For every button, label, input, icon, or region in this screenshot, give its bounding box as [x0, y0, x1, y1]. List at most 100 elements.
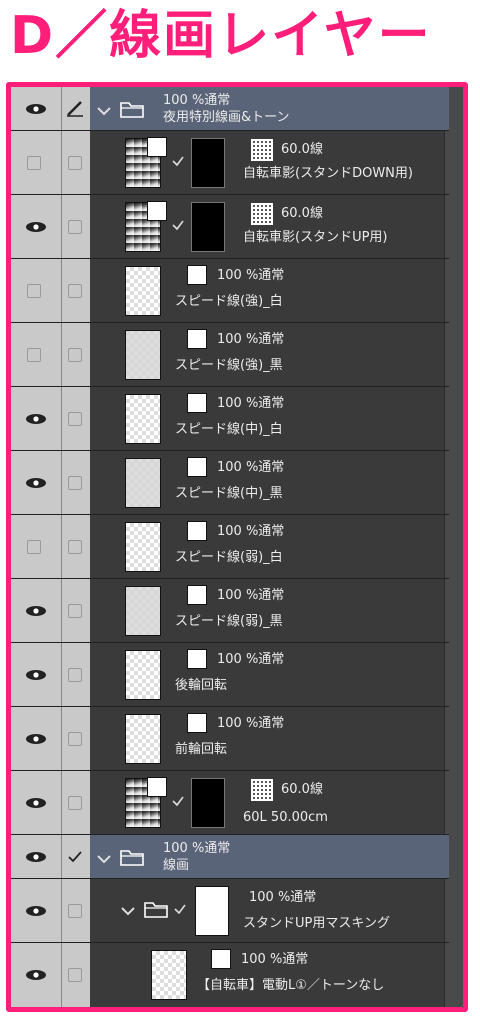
layer-mode: 100 %通常 — [217, 396, 285, 411]
layer-row[interactable]: 60.0線 自転車影(スタンドUP用) — [11, 195, 449, 259]
layer-mode: 100 %通常 — [217, 588, 285, 603]
eye-icon[interactable] — [25, 733, 47, 745]
eye-icon[interactable] — [25, 103, 47, 115]
visibility-checkbox[interactable] — [27, 348, 41, 362]
layer-thumbnail — [125, 714, 161, 764]
edit-checkbox[interactable] — [68, 476, 82, 490]
layer-mode: 100 %通常 — [217, 716, 285, 731]
layer-mode: 100 %通常 — [217, 460, 285, 475]
layer-thumbnail — [125, 650, 161, 700]
layer-row[interactable]: 100 %通常 スピード線(強)_黒 — [11, 323, 449, 387]
edit-checkbox[interactable] — [68, 732, 82, 746]
layer-name: スピード線(強)_黒 — [175, 358, 283, 373]
layer-mode: 100 %通常 — [217, 268, 285, 283]
layer-row[interactable]: 100 %通常 【自転車】電動L①／トーンなし — [11, 943, 449, 1007]
eye-icon[interactable] — [25, 477, 47, 489]
folder-icon — [119, 98, 145, 120]
layer-thumbnail — [125, 266, 161, 316]
page-title: D／線画レイヤー — [10, 6, 432, 66]
edit-checkbox[interactable] — [68, 604, 82, 618]
edit-checkbox[interactable] — [68, 904, 82, 918]
layer-row[interactable]: 100 %通常 スピード線(弱)_黒 — [11, 579, 449, 643]
layer-thumbnail — [151, 950, 187, 1000]
layer-type-icon — [187, 393, 207, 413]
chevron-down-icon[interactable] — [93, 100, 115, 122]
layer-mode: 100 %通常 — [163, 93, 231, 108]
pen-icon[interactable] — [65, 98, 85, 118]
eye-icon[interactable] — [25, 669, 47, 681]
layer-row-folder-lineart[interactable]: 100 %通常 線画 — [11, 835, 449, 879]
layer-row[interactable]: 100 %通常 スピード線(弱)_白 — [11, 515, 449, 579]
edit-checkbox[interactable] — [68, 348, 82, 362]
tone-icon — [251, 139, 273, 161]
folder-icon — [119, 846, 145, 868]
eye-icon[interactable] — [25, 851, 47, 863]
layer-mode: 60.0線 — [281, 142, 323, 157]
edit-checkbox[interactable] — [68, 540, 82, 554]
layer-name: 【自転車】電動L①／トーンなし — [197, 978, 385, 993]
tone-icon — [251, 203, 273, 225]
eye-icon[interactable] — [25, 905, 47, 917]
layer-name: スピード線(弱)_白 — [175, 550, 283, 565]
eye-icon[interactable] — [25, 221, 47, 233]
edit-checkbox[interactable] — [68, 284, 82, 298]
layer-row-folder-masking[interactable]: 100 %通常 スタンドUP用マスキング — [11, 879, 449, 943]
layer-name: 線画 — [163, 858, 190, 873]
layer-row[interactable]: 60.0線 自転車影(スタンドDOWN用) — [11, 131, 449, 195]
layer-type-icon — [187, 649, 207, 669]
layer-name: スピード線(強)_白 — [175, 294, 283, 309]
edit-checkbox[interactable] — [68, 412, 82, 426]
check-icon[interactable] — [67, 849, 83, 869]
chevron-down-icon[interactable] — [117, 900, 139, 922]
layer-row[interactable]: 100 %通常 スピード線(中)_白 — [11, 387, 449, 451]
layer-type-icon — [147, 777, 167, 797]
layer-type-icon — [187, 521, 207, 541]
layer-mask-thumbnail — [191, 138, 225, 188]
layer-name: 自転車影(スタンドDOWN用) — [243, 166, 413, 181]
layer-row[interactable]: 60.0線 60L 50.00cm — [11, 771, 449, 835]
layer-thumbnail — [125, 394, 161, 444]
layer-row-folder-night[interactable]: 100 %通常 夜用特別線画&トーン — [11, 87, 449, 131]
edit-checkbox[interactable] — [68, 220, 82, 234]
layer-type-icon — [187, 713, 207, 733]
visibility-checkbox[interactable] — [27, 540, 41, 554]
layer-name: スピード線(中)_白 — [175, 422, 283, 437]
layer-type-icon — [187, 265, 207, 285]
layer-mode: 100 %通常 — [217, 652, 285, 667]
layer-mode: 100 %通常 — [217, 524, 285, 539]
check-icon — [171, 217, 185, 236]
edit-checkbox[interactable] — [68, 156, 82, 170]
folder-icon — [143, 898, 169, 920]
eye-icon[interactable] — [25, 797, 47, 809]
eye-icon[interactable] — [25, 969, 47, 981]
eye-icon[interactable] — [25, 413, 47, 425]
layer-name: スピード線(弱)_黒 — [175, 614, 283, 629]
layer-type-icon — [147, 201, 167, 221]
layer-name: スタンドUP用マスキング — [243, 916, 390, 931]
layer-mode: 60.0線 — [281, 782, 323, 797]
layer-name: スピード線(中)_黒 — [175, 486, 283, 501]
layer-thumbnail — [125, 586, 161, 636]
layer-thumbnail — [125, 522, 161, 572]
layer-panel: 100 %通常 夜用特別線画&トーン 60.0線 自転車影(スタンドDOWN用)… — [6, 82, 468, 1012]
edit-checkbox[interactable] — [68, 968, 82, 982]
layer-thumbnail — [125, 458, 161, 508]
chevron-down-icon[interactable] — [93, 848, 115, 870]
layer-type-icon — [187, 329, 207, 349]
layer-type-icon — [211, 949, 231, 969]
edit-checkbox[interactable] — [68, 796, 82, 810]
layer-mode: 100 %通常 — [163, 841, 231, 856]
visibility-checkbox[interactable] — [27, 156, 41, 170]
layer-type-icon — [187, 457, 207, 477]
eye-icon[interactable] — [25, 605, 47, 617]
layer-row[interactable]: 100 %通常 スピード線(強)_白 — [11, 259, 449, 323]
layer-row[interactable]: 100 %通常 前輪回転 — [11, 707, 449, 771]
layer-type-icon — [147, 137, 167, 157]
layer-mask-thumbnail — [195, 886, 229, 936]
layer-mask-thumbnail — [191, 202, 225, 252]
layer-row[interactable]: 100 %通常 後輪回転 — [11, 643, 449, 707]
layer-row[interactable]: 100 %通常 スピード線(中)_黒 — [11, 451, 449, 515]
layer-type-icon — [187, 585, 207, 605]
visibility-checkbox[interactable] — [27, 284, 41, 298]
edit-checkbox[interactable] — [68, 668, 82, 682]
